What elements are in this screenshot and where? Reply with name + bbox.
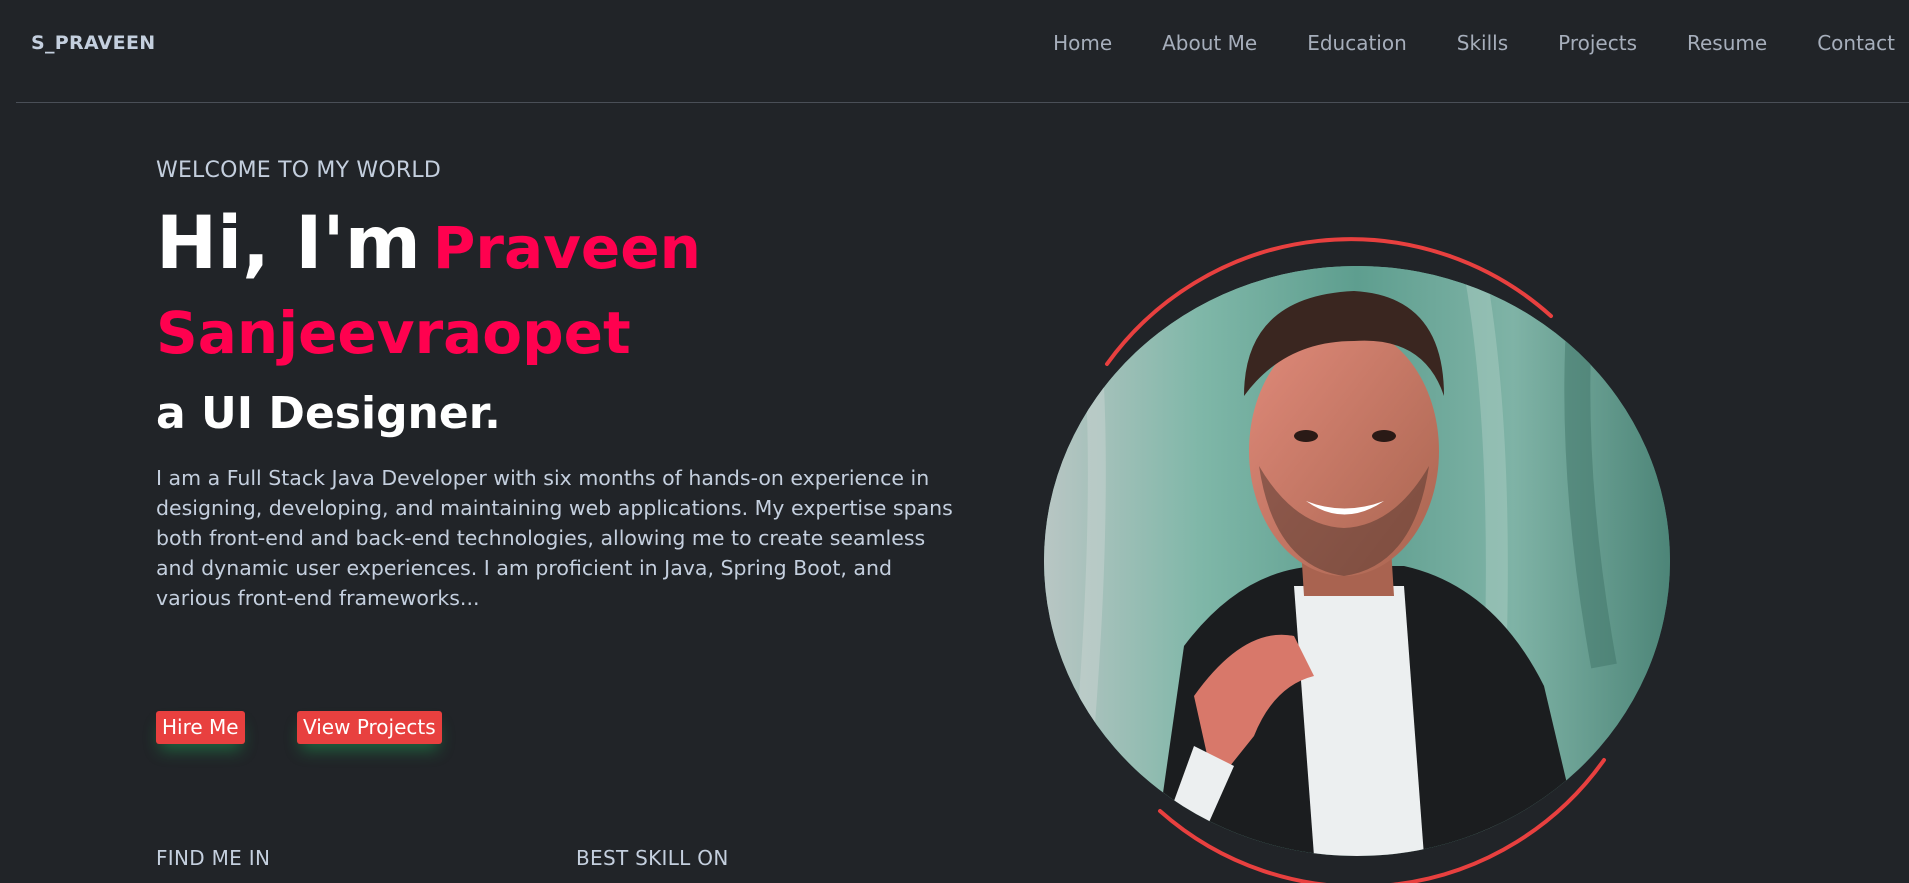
portrait-ring-decoration — [1105, 237, 1606, 883]
nav-skills[interactable]: Skills — [1457, 30, 1508, 56]
nav-home[interactable]: Home — [1053, 30, 1112, 56]
hire-me-button[interactable]: Hire Me — [156, 711, 245, 744]
view-projects-button[interactable]: View Projects — [297, 711, 442, 744]
nav-about-me[interactable]: About Me — [1162, 30, 1257, 56]
main-nav: Home About Me Education Skills Projects … — [1003, 30, 1895, 56]
hero-role: a UI Designer. — [156, 388, 501, 439]
find-me-heading: FIND ME IN — [156, 846, 271, 870]
greeting-text: Hi, I'm — [156, 201, 421, 286]
nav-projects[interactable]: Projects — [1558, 30, 1637, 56]
best-skill-heading: BEST SKILL ON — [576, 846, 729, 870]
site-logo[interactable]: S_PRAVEEN — [31, 32, 155, 54]
hero-bio: I am a Full Stack Java Developer with si… — [156, 466, 953, 610]
site-header: S_PRAVEEN Home About Me Education Skills… — [0, 0, 1909, 103]
portfolio-page: S_PRAVEEN Home About Me Education Skills… — [0, 0, 1909, 883]
nav-resume[interactable]: Resume — [1687, 30, 1767, 56]
portrait-container — [1030, 236, 1690, 883]
welcome-text: WELCOME TO MY WORLD — [156, 158, 441, 183]
header-divider — [16, 102, 1909, 103]
hero-headline: Hi, I'm Praveen Sanjeevraopet — [156, 206, 856, 380]
nav-contact[interactable]: Contact — [1817, 30, 1895, 56]
nav-education[interactable]: Education — [1307, 30, 1407, 56]
